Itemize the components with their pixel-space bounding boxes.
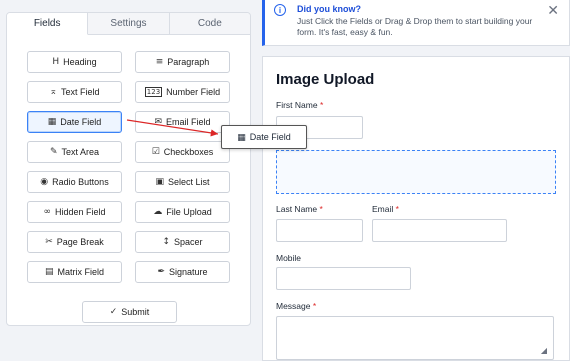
- first-name-label: First Name *: [276, 100, 323, 110]
- email-label: Email *: [372, 204, 399, 214]
- required-mark: *: [319, 100, 324, 110]
- page-break-button[interactable]: ✂ Page Break: [27, 231, 122, 253]
- required-mark: *: [319, 204, 323, 214]
- dragging-date-field[interactable]: ▦ Date Field: [221, 125, 307, 149]
- email-field-label: Email Field: [166, 117, 211, 127]
- heading-label: Heading: [63, 57, 97, 67]
- last-name-label-text: Last Name: [276, 204, 318, 214]
- text-field-icon: ⌅: [49, 87, 58, 97]
- required-mark: *: [395, 204, 399, 214]
- hidden-field-label: Hidden Field: [54, 207, 106, 217]
- file-upload-label: File Upload: [166, 207, 212, 217]
- close-icon[interactable]: ✕: [547, 2, 559, 19]
- paragraph-icon: ≡: [155, 57, 164, 67]
- mobile-input[interactable]: [276, 267, 411, 290]
- text-field-button[interactable]: ⌅ Text Field: [27, 81, 122, 103]
- spacer-icon: ↕: [162, 237, 170, 247]
- notice-title: Did you know?: [297, 4, 361, 14]
- scissors-icon: ✂: [45, 237, 53, 247]
- number-field-icon: 123: [144, 87, 163, 97]
- tab-fields[interactable]: Fields: [7, 13, 89, 35]
- mobile-label: Mobile: [276, 253, 302, 263]
- radio-buttons-button[interactable]: ◉ Radio Buttons: [27, 171, 122, 193]
- did-you-know-notice: i Did you know? Just Click the Fields or…: [262, 0, 570, 46]
- signature-label: Signature: [169, 267, 208, 277]
- matrix-field-button[interactable]: ▤ Matrix Field: [27, 261, 122, 283]
- text-area-button[interactable]: ✎ Text Area: [27, 141, 122, 163]
- checkboxes-button[interactable]: ☑ Checkboxes: [135, 141, 230, 163]
- number-field-button[interactable]: 123 Number Field: [135, 81, 230, 103]
- dragging-label: Date Field: [249, 132, 291, 142]
- signature-button[interactable]: ✒ Signature: [135, 261, 230, 283]
- drop-zone[interactable]: [276, 150, 556, 194]
- select-list-button[interactable]: ▣ Select List: [135, 171, 230, 193]
- select-list-label: Select List: [167, 177, 210, 187]
- tab-settings[interactable]: Settings: [88, 13, 170, 34]
- last-name-input[interactable]: [276, 219, 363, 242]
- required-mark: *: [312, 301, 317, 311]
- fields-panel: Fields Settings Code H Heading ≡ Paragraph…: [6, 12, 251, 326]
- envelope-icon: ✉: [154, 117, 163, 127]
- calendar-icon: ▦: [47, 117, 57, 127]
- message-label-text: Message: [276, 301, 311, 311]
- notice-text: Just Click the Fields or Drag & Drop the…: [297, 16, 533, 37]
- heading-button[interactable]: H Heading: [27, 51, 122, 73]
- last-name-label: Last Name *: [276, 204, 323, 214]
- calendar-icon: ▦: [237, 131, 246, 142]
- text-area-label: Text Area: [61, 147, 100, 157]
- radio-icon: ◉: [40, 177, 49, 187]
- first-name-label-text: First Name: [276, 100, 318, 110]
- pen-icon: ✒: [157, 267, 165, 277]
- email-label-text: Email: [372, 204, 394, 214]
- number-field-label: Number Field: [166, 87, 221, 97]
- paragraph-button[interactable]: ≡ Paragraph: [135, 51, 230, 73]
- edit-icon: ✎: [49, 147, 58, 157]
- submit-button[interactable]: ✓ Submit: [82, 301, 177, 323]
- page-break-label: Page Break: [56, 237, 104, 247]
- paragraph-label: Paragraph: [167, 57, 210, 67]
- matrix-field-label: Matrix Field: [57, 267, 105, 277]
- spacer-label: Spacer: [174, 237, 203, 247]
- form-canvas: Image Upload First Name * Last Name * Em…: [262, 56, 570, 361]
- panel-tabs: Fields Settings Code: [7, 13, 250, 35]
- message-label: Message *: [276, 301, 316, 311]
- checkboxes-label: Checkboxes: [163, 147, 214, 157]
- date-field-label: Date Field: [60, 117, 102, 127]
- glasses-icon: ∞: [43, 207, 51, 217]
- spacer-button[interactable]: ↕ Spacer: [135, 231, 230, 253]
- form-title: Image Upload: [276, 71, 375, 88]
- table-icon: ▤: [44, 267, 54, 277]
- email-field-button[interactable]: ✉ Email Field: [135, 111, 230, 133]
- select-icon: ▣: [155, 177, 164, 187]
- file-upload-button[interactable]: ☁ File Upload: [135, 201, 230, 223]
- radio-buttons-label: Radio Buttons: [52, 177, 109, 187]
- message-textarea[interactable]: ◢: [276, 316, 554, 360]
- cloud-upload-icon: ☁: [153, 207, 163, 217]
- submit-label: Submit: [121, 307, 150, 317]
- date-field-button[interactable]: ▦ Date Field: [27, 111, 122, 133]
- checkbox-icon: ☑: [151, 147, 160, 157]
- heading-icon: H: [52, 57, 60, 67]
- resize-handle-icon[interactable]: ◢: [541, 346, 547, 355]
- hidden-field-button[interactable]: ∞ Hidden Field: [27, 201, 122, 223]
- info-icon: i: [274, 4, 286, 16]
- email-input[interactable]: [372, 219, 507, 242]
- text-field-label: Text Field: [61, 87, 100, 97]
- check-icon: ✓: [109, 307, 118, 317]
- tab-code[interactable]: Code: [169, 13, 250, 34]
